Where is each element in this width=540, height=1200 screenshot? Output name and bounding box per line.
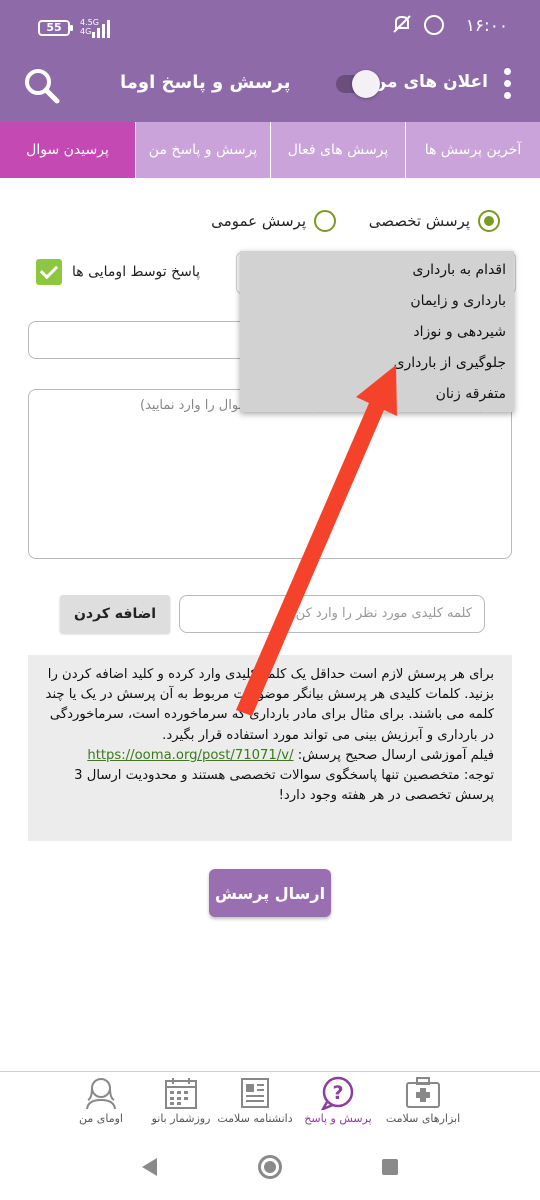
- nav-questions-answers[interactable]: ? پرسش و پاسخ: [293, 1076, 383, 1134]
- category-dropdown-menu: اقدام به بارداری بارداری و زایمان شیردهی…: [240, 251, 514, 412]
- dropdown-option-pregnancy-attempt[interactable]: اقدام به بارداری: [240, 255, 514, 286]
- status-bar: 55 4.5G 4G ۱۶:۰۰: [0, 0, 540, 48]
- video-label: فیلم آموزشی ارسال صحیح پرسش:: [297, 747, 494, 763]
- clock: ۱۶:۰۰: [465, 16, 508, 36]
- battery-icon: 55: [38, 20, 73, 36]
- answer-by-users-checkbox-row[interactable]: پاسخ توسط اومایی ها: [36, 259, 200, 285]
- radio-selected-icon: [478, 210, 500, 232]
- question-body-textarea[interactable]: متن سوال خود را به طور کامل و در ارتباط …: [28, 389, 512, 559]
- video-line: فیلم آموزشی ارسال صحیح پرسش: https://oom…: [42, 746, 494, 766]
- app-bar: اعلان های من پرسش و پاسخ اوما: [0, 48, 540, 122]
- keyword-input[interactable]: کلمه کلیدی مورد نظر را وارد کن: [179, 595, 485, 633]
- nav-my-ooma[interactable]: اومای من: [56, 1076, 146, 1134]
- radio-special-label: پرسش تخصصی: [368, 212, 470, 230]
- radio-general-question[interactable]: پرسش عمومی: [211, 210, 336, 232]
- dropdown-option-breastfeeding-newborn[interactable]: شیردهی و نوزاد: [240, 317, 514, 348]
- question-bubble-icon: ?: [320, 1076, 354, 1110]
- tab-my-questions[interactable]: پرسش و پاسخ من: [135, 122, 270, 178]
- tab-bar: آخرین پرسش ها پرسش های فعال پرسش و پاسخ …: [0, 122, 540, 178]
- app-title: پرسش و پاسخ اوما: [120, 72, 291, 93]
- newspaper-icon: [241, 1078, 269, 1108]
- dropdown-option-pregnancy-birth[interactable]: بارداری و زایمان: [240, 286, 514, 317]
- add-keyword-button[interactable]: اضافه کردن: [60, 595, 170, 633]
- alarm-icon: [424, 15, 444, 35]
- nav-lady-calendar[interactable]: روزشمار بانو: [136, 1076, 226, 1134]
- radio-general-label: پرسش عمومی: [211, 212, 306, 230]
- search-icon[interactable]: [22, 66, 62, 106]
- woman-avatar-icon: [86, 1078, 116, 1110]
- notifications-toggle[interactable]: [336, 70, 380, 98]
- nav-questions-answers-label: پرسش و پاسخ: [304, 1112, 372, 1125]
- back-icon[interactable]: [142, 1158, 157, 1176]
- system-nav-bar: [0, 1135, 540, 1200]
- nav-my-ooma-label: اومای من: [79, 1112, 123, 1125]
- svg-text:?: ?: [332, 1082, 343, 1104]
- mute-icon: [393, 15, 411, 33]
- bottom-nav: ابزارهای سلامت ? پرسش و پاسخ دانشنامه سل…: [0, 1071, 540, 1135]
- tab-active-questions[interactable]: پرسش های فعال: [270, 122, 405, 178]
- nav-health-tools-label: ابزارهای سلامت: [385, 1112, 461, 1125]
- radio-special-question[interactable]: پرسش تخصصی: [369, 210, 500, 232]
- tab-latest-questions[interactable]: آخرین پرسش ها: [405, 122, 540, 178]
- dropdown-option-contraception[interactable]: جلوگیری از بارداری: [240, 348, 514, 379]
- info-note: توجه: متخصصین تنها پاسخگوی سوالات تخصصی …: [74, 768, 494, 804]
- tab-ask-question[interactable]: پرسیدن سوال: [0, 122, 135, 178]
- info-box: برای هر پرسش لازم است حداقل یک کلمه کلید…: [28, 655, 512, 841]
- answer-by-users-label: پاسخ توسط اومایی ها: [72, 264, 201, 280]
- notifications-label: اعلان های من: [371, 72, 488, 92]
- medical-kit-icon: [406, 1077, 440, 1108]
- nav-lady-calendar-label: روزشمار بانو: [151, 1112, 211, 1125]
- calendar-icon: [165, 1078, 197, 1109]
- home-icon[interactable]: [258, 1155, 282, 1179]
- recent-apps-icon[interactable]: [382, 1159, 398, 1175]
- radio-unselected-icon: [314, 210, 336, 232]
- nav-health-tools[interactable]: ابزارهای سلامت: [378, 1076, 468, 1134]
- submit-question-button[interactable]: ارسال پرسش: [209, 869, 331, 917]
- dropdown-option-misc-women[interactable]: متفرقه زنان: [240, 379, 514, 410]
- signal-icon: [92, 20, 110, 38]
- battery-level: 55: [46, 21, 62, 34]
- video-link[interactable]: https://ooma.org/post/71071/v/: [87, 748, 293, 763]
- overflow-menu-icon[interactable]: [502, 68, 512, 102]
- info-paragraph: برای هر پرسش لازم است حداقل یک کلمه کلید…: [45, 667, 494, 743]
- checkbox-checked-icon[interactable]: [36, 259, 62, 285]
